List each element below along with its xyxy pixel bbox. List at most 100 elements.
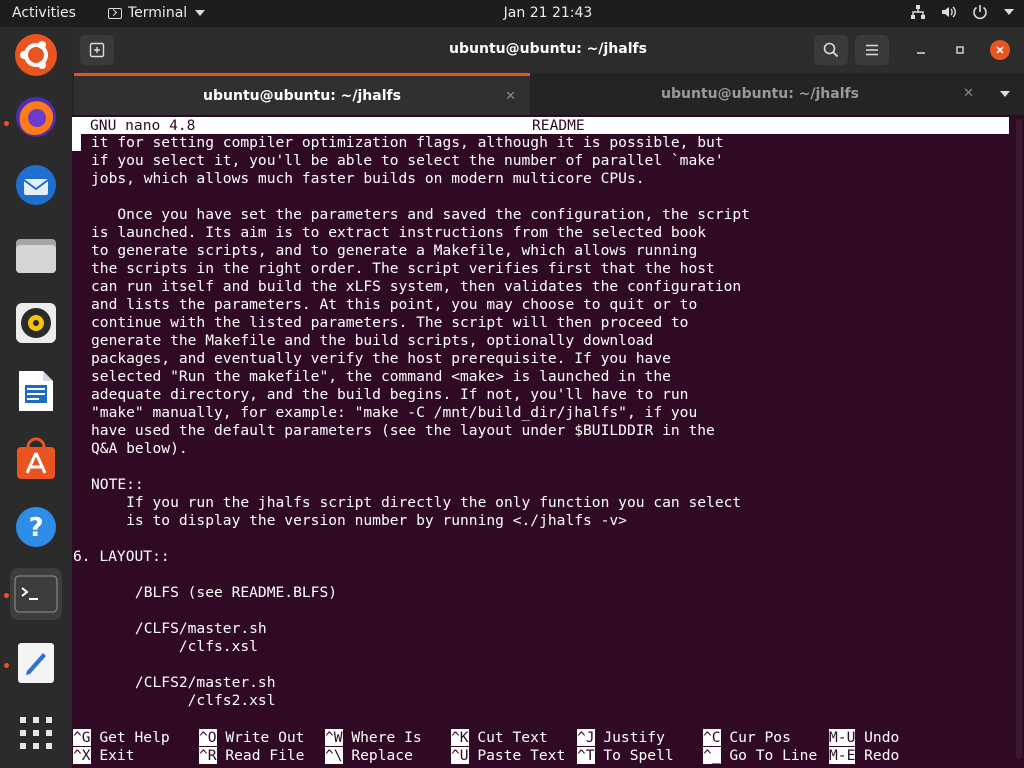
file-line: have used the default parameters (see th… — [91, 422, 715, 439]
tab-2[interactable]: ubuntu@ubuntu: ~/jhalfs ✕ — [532, 73, 988, 115]
nano-title-bar: GNU nano 4.8 README — [72, 117, 1009, 134]
shortcut-key: ^C — [703, 729, 721, 746]
shortcut-item[interactable]: ^R Read File — [199, 747, 304, 765]
shortcut-label: Write Out — [216, 729, 305, 746]
file-line: /clfs2.xsl — [91, 692, 276, 709]
shortcut-key: ^K — [451, 729, 469, 746]
tab-label: ubuntu@ubuntu: ~/jhalfs — [661, 86, 859, 102]
shortcut-key: ^\ — [325, 747, 343, 764]
shortcut-key: ^T — [577, 747, 595, 764]
firefox-icon[interactable] — [10, 91, 62, 143]
shortcut-item[interactable]: ^C Cur Pos — [703, 729, 791, 747]
software-store-icon[interactable] — [10, 433, 62, 485]
clock[interactable]: Jan 21 21:43 — [0, 5, 1024, 21]
shortcut-label: Paste Text — [468, 747, 566, 764]
help-icon[interactable]: ? — [10, 501, 62, 553]
minimize-icon — [917, 52, 925, 54]
shortcut-label: Undo — [855, 729, 900, 746]
show-applications-icon[interactable] — [10, 707, 62, 759]
file-line: packages, and eventually verify the host… — [91, 350, 671, 367]
rhythmbox-icon[interactable] — [10, 297, 62, 349]
thunderbird-icon[interactable] — [10, 159, 62, 211]
system-tray[interactable] — [910, 4, 1014, 20]
shortcut-item[interactable]: ^J Justify — [577, 729, 665, 747]
file-line: the scripts in the right order. The scri… — [91, 260, 715, 277]
file-line: if you select it, you'll be able to sele… — [91, 152, 724, 169]
shortcut-item[interactable]: ^\ Replace — [325, 747, 413, 765]
top-bar: Activities Terminal Jan 21 21:43 — [0, 0, 1024, 27]
file-line: 6. LAYOUT:: — [73, 548, 170, 565]
shortcut-item[interactable]: ^K Cut Text — [451, 729, 548, 747]
tab-list-chevron-icon[interactable] — [1000, 91, 1010, 97]
nano-filename: README — [532, 117, 585, 134]
shortcut-item[interactable]: ^U Paste Text — [451, 747, 565, 765]
file-line: /CLFS/master.sh — [91, 620, 267, 637]
shortcut-item[interactable]: ^O Write Out — [199, 729, 304, 747]
text-editor-icon[interactable] — [10, 637, 62, 689]
file-line: /CLFS2/master.sh — [91, 674, 276, 691]
shortcut-item[interactable]: M-U Undo — [829, 729, 899, 747]
search-icon — [823, 42, 839, 58]
dock: ? — [0, 27, 72, 768]
close-icon[interactable]: ✕ — [963, 86, 974, 101]
running-indicator — [4, 593, 9, 598]
file-line: generate the Makefile and the build scri… — [91, 332, 654, 349]
shortcut-key: ^_ — [703, 747, 721, 764]
chevron-down-icon — [1004, 9, 1014, 15]
libreoffice-writer-icon[interactable] — [10, 365, 62, 417]
file-line: can run itself and build the xLFS system… — [91, 278, 742, 295]
search-button[interactable] — [814, 35, 848, 65]
shortcut-label: Get Help — [90, 729, 170, 746]
file-line: is to display the version number by runn… — [91, 512, 627, 529]
file-line: to generate scripts, and to generate a M… — [91, 242, 698, 259]
shortcut-item[interactable]: ^G Get Help — [73, 729, 170, 747]
file-line: "make" manually, for example: "make -C /… — [91, 404, 698, 421]
file-line: /clfs.xsl — [91, 638, 258, 655]
shortcut-item[interactable]: ^_ Go To Line — [703, 747, 817, 765]
close-button[interactable] — [990, 40, 1010, 60]
shortcut-label: Redo — [855, 747, 900, 764]
close-icon — [996, 46, 1004, 54]
shortcut-label: Read File — [216, 747, 305, 764]
scrollbar[interactable] — [1016, 119, 1022, 759]
nano-version: GNU nano 4.8 — [90, 117, 196, 134]
shortcut-label: Justify — [594, 729, 665, 746]
file-line: it for setting compiler optimization fla… — [91, 134, 724, 151]
menu-button[interactable] — [855, 35, 889, 65]
shortcut-key: M-U — [829, 729, 856, 746]
shortcut-label: Go To Line — [720, 747, 818, 764]
shortcut-label: Replace — [342, 747, 413, 764]
file-line: NOTE:: — [91, 476, 144, 493]
maximize-button[interactable] — [951, 41, 969, 59]
file-line: jobs, which allows much faster builds on… — [91, 170, 645, 187]
file-line: /BLFS (see README.BLFS) — [91, 584, 338, 601]
terminal-view[interactable]: GNU nano 4.8 README it for setting compi… — [72, 115, 1024, 768]
file-line: is launched. Its aim is to extract instr… — [91, 224, 707, 241]
ubuntu-logo-icon[interactable] — [10, 29, 62, 81]
files-icon[interactable] — [10, 229, 62, 281]
hamburger-icon — [866, 44, 878, 56]
shortcut-label: Cut Text — [468, 729, 548, 746]
file-line: Once you have set the parameters and sav… — [91, 206, 750, 223]
shortcut-label: To Spell — [594, 747, 674, 764]
shortcut-label: Where Is — [342, 729, 422, 746]
shortcut-label: Cur Pos — [720, 729, 791, 746]
shortcut-item[interactable]: ^X Exit — [73, 747, 135, 765]
file-line: adequate directory, and the build begins… — [91, 386, 689, 403]
close-icon[interactable]: ✕ — [505, 89, 516, 104]
minimize-button[interactable] — [912, 41, 930, 59]
power-icon — [973, 5, 987, 20]
shortcut-item[interactable]: ^T To Spell — [577, 747, 674, 765]
terminal-dock-icon[interactable] — [10, 568, 62, 620]
shortcut-key: ^G — [73, 729, 91, 746]
file-line: Q&A below). — [91, 440, 188, 457]
tab-label: ubuntu@ubuntu: ~/jhalfs — [203, 87, 401, 104]
shortcut-key: ^U — [451, 747, 469, 764]
shortcut-item[interactable]: ^W Where Is — [325, 729, 422, 747]
window-titlebar[interactable]: ubuntu@ubuntu: ~/jhalfs — [72, 27, 1024, 73]
file-line: If you run the jhalfs script directly th… — [91, 494, 742, 511]
shortcut-item[interactable]: M-E Redo — [829, 747, 899, 765]
shortcut-key: ^W — [325, 729, 343, 746]
tab-1[interactable]: ubuntu@ubuntu: ~/jhalfs ✕ — [74, 73, 530, 115]
volume-icon — [942, 6, 956, 18]
